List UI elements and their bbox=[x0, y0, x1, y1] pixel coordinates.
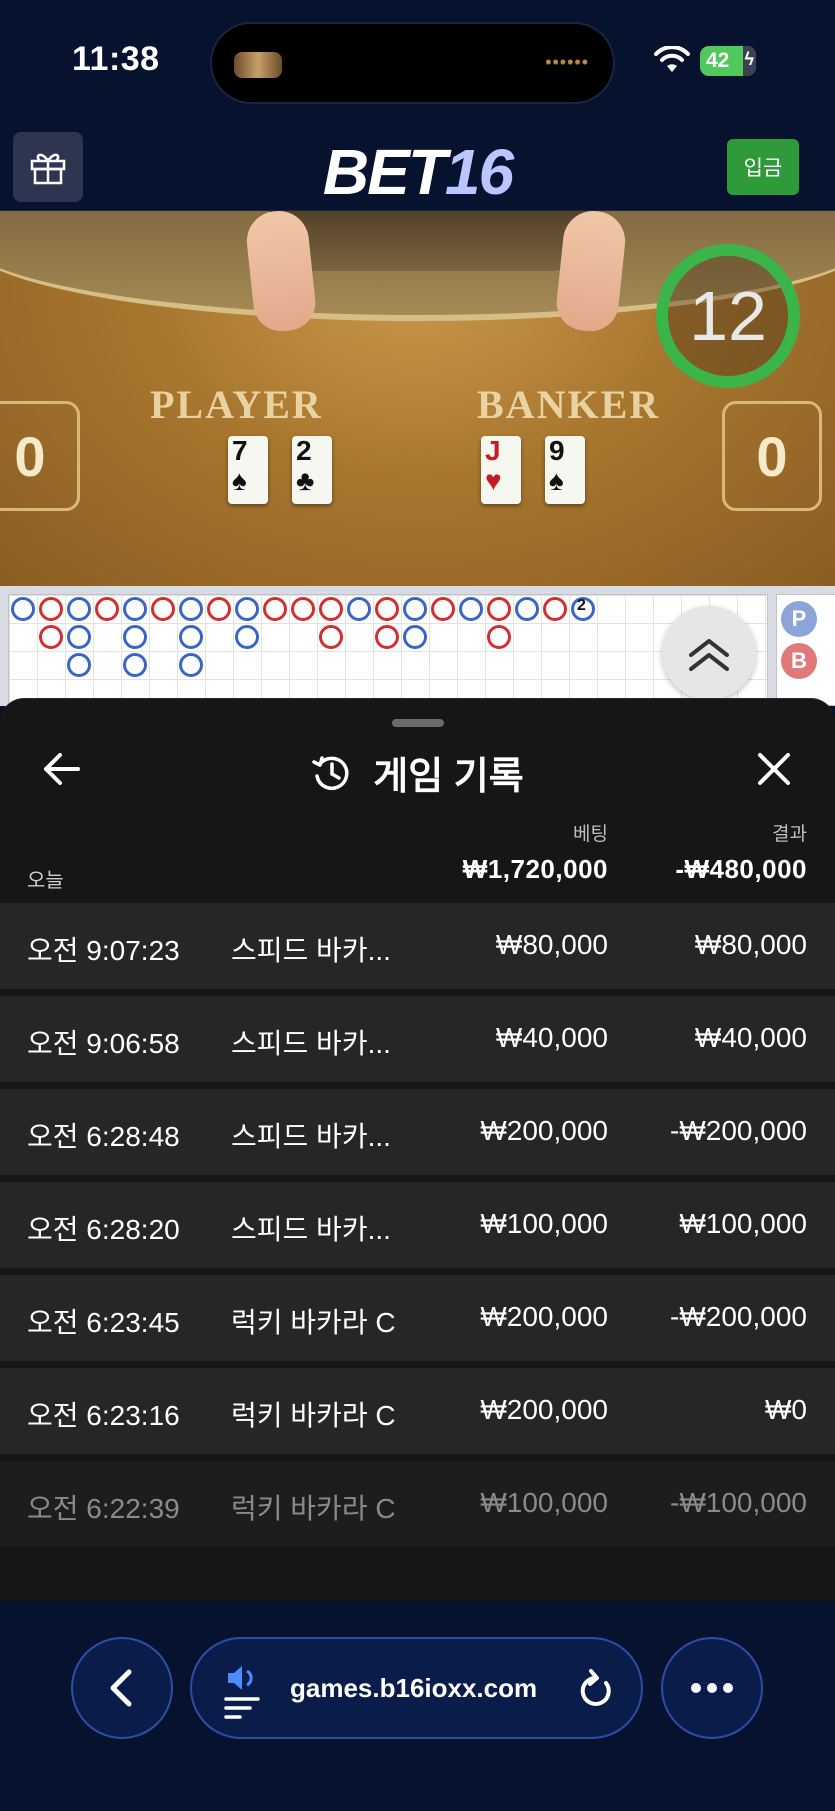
banker-bead bbox=[291, 597, 315, 621]
close-icon[interactable] bbox=[752, 747, 796, 791]
dealer bbox=[270, 211, 590, 271]
player-card-1: 7 ♠ bbox=[228, 436, 268, 504]
column-header-result: 결과 bbox=[772, 824, 807, 845]
app-header: BET16 입금 bbox=[0, 125, 835, 211]
player-label: PLAYER bbox=[150, 382, 323, 427]
address-bar[interactable]: games.b16ioxx.com bbox=[190, 1637, 643, 1739]
browser-back-button[interactable] bbox=[71, 1637, 173, 1739]
dynamic-island: •••••• bbox=[210, 22, 615, 104]
banker-card-1: J ♥ bbox=[481, 436, 521, 504]
today-label: 오늘 bbox=[27, 870, 64, 892]
chevron-left-icon bbox=[110, 1669, 132, 1707]
banker-bead bbox=[543, 597, 567, 621]
expand-roadmap-button[interactable] bbox=[662, 606, 756, 700]
player-bead bbox=[179, 625, 203, 649]
banker-bead bbox=[39, 625, 63, 649]
sheet-grabber[interactable] bbox=[392, 719, 444, 727]
sheet-title: 게임 기록 bbox=[0, 745, 835, 800]
banker-bead bbox=[319, 625, 343, 649]
player-prediction[interactable]: P bbox=[781, 601, 817, 637]
player-bead bbox=[459, 597, 483, 621]
roadmap-grid: 2 bbox=[8, 594, 768, 706]
history-row[interactable]: 오전 6:22:39 럭키 바카라 C ₩100,000 -₩100,000 bbox=[0, 1461, 835, 1547]
banker-bead bbox=[95, 597, 119, 621]
player-card-2: 2 ♣ bbox=[292, 436, 332, 504]
player-bead bbox=[67, 653, 91, 677]
chevron-double-up-icon bbox=[689, 639, 729, 671]
speaker-reader-icon bbox=[224, 1666, 260, 1719]
player-bead bbox=[347, 597, 371, 621]
player-bead bbox=[403, 625, 427, 649]
player-bead bbox=[67, 625, 91, 649]
player-bead bbox=[179, 597, 203, 621]
banker-bead bbox=[151, 597, 175, 621]
dealer-right-hand bbox=[553, 211, 629, 334]
player-bead bbox=[123, 597, 147, 621]
history-row[interactable]: 오전 6:23:45 럭키 바카라 C ₩200,000 -₩200,000 bbox=[0, 1275, 835, 1361]
bet16-logo: BET16 bbox=[322, 136, 514, 208]
banker-bead bbox=[431, 597, 455, 621]
player-bead bbox=[515, 597, 539, 621]
player-bead bbox=[123, 625, 147, 649]
player-bead bbox=[235, 625, 259, 649]
column-header-bet: 베팅 bbox=[573, 824, 608, 845]
history-list: 오전 9:07:23 스피드 바카... ₩80,000 ₩80,000 오전 … bbox=[0, 903, 835, 1554]
player-bead bbox=[67, 597, 91, 621]
player-bead bbox=[403, 597, 427, 621]
status-time: 11:38 bbox=[72, 40, 160, 78]
battery-level: 42 bbox=[706, 49, 730, 72]
now-playing-thumbnail bbox=[234, 52, 282, 78]
banker-bead bbox=[207, 597, 231, 621]
banker-prediction[interactable]: B bbox=[781, 643, 817, 679]
banker-bead bbox=[319, 597, 343, 621]
betting-countdown-timer: 12 bbox=[656, 244, 800, 388]
player-bead bbox=[235, 597, 259, 621]
banker-bead bbox=[39, 597, 63, 621]
history-row[interactable]: 오전 6:28:20 스피드 바카... ₩100,000 ₩100,000 bbox=[0, 1182, 835, 1268]
history-row[interactable]: 오전 9:06:58 스피드 바카... ₩40,000 ₩40,000 bbox=[0, 996, 835, 1082]
deposit-button[interactable]: 입금 bbox=[727, 139, 799, 195]
history-row[interactable]: 오전 9:07:23 스피드 바카... ₩80,000 ₩80,000 bbox=[0, 903, 835, 989]
tie-count-label: 2 bbox=[577, 597, 586, 614]
ellipsis-icon bbox=[691, 1683, 733, 1693]
banker-score: 0 bbox=[722, 401, 822, 511]
history-row[interactable]: 오전 6:28:48 스피드 바카... ₩200,000 -₩200,000 bbox=[0, 1089, 835, 1175]
browser-toolbar: games.b16ioxx.com bbox=[0, 1601, 835, 1811]
bead-road[interactable]: 2 P B bbox=[0, 586, 835, 706]
audio-wave-icon: •••••• bbox=[545, 52, 589, 72]
player-score: 0 bbox=[0, 401, 80, 511]
banker-bead bbox=[375, 625, 399, 649]
player-bead bbox=[179, 653, 203, 677]
player-bead bbox=[11, 597, 35, 621]
prediction-panel: P B bbox=[776, 594, 835, 706]
game-history-sheet: 게임 기록 베팅 결과 오늘 ₩1,720,000 -₩480,000 오전 9… bbox=[0, 698, 835, 1601]
today-total-bet: ₩1,720,000 bbox=[462, 854, 608, 884]
wifi-icon bbox=[654, 46, 690, 72]
charging-icon: ϟ bbox=[744, 49, 754, 69]
banker-label: BANKER bbox=[477, 382, 661, 427]
sheet-title-text: 게임 기록 bbox=[373, 756, 524, 798]
history-row[interactable]: 오전 6:23:16 럭키 바카라 C ₩200,000 ₩0 bbox=[0, 1368, 835, 1454]
reload-icon[interactable] bbox=[575, 1667, 615, 1711]
status-bar: 11:38 •••••• 42 ϟ bbox=[0, 0, 835, 125]
banker-bead bbox=[375, 597, 399, 621]
today-total-result: -₩480,000 bbox=[675, 854, 807, 884]
player-bead bbox=[123, 653, 147, 677]
banker-bead bbox=[487, 597, 511, 621]
live-dealer-video: PLAYER BANKER 0 0 7 ♠ 2 ♣ J ♥ 9 ♠ 12 bbox=[0, 211, 835, 586]
more-options-button[interactable] bbox=[661, 1637, 763, 1739]
banker-card-2: 9 ♠ bbox=[545, 436, 585, 504]
url-text: games.b16ioxx.com bbox=[290, 1673, 538, 1703]
banker-bead bbox=[263, 597, 287, 621]
history-icon bbox=[312, 755, 349, 790]
banker-bead bbox=[487, 625, 511, 649]
battery-indicator: 42 ϟ bbox=[700, 46, 756, 76]
